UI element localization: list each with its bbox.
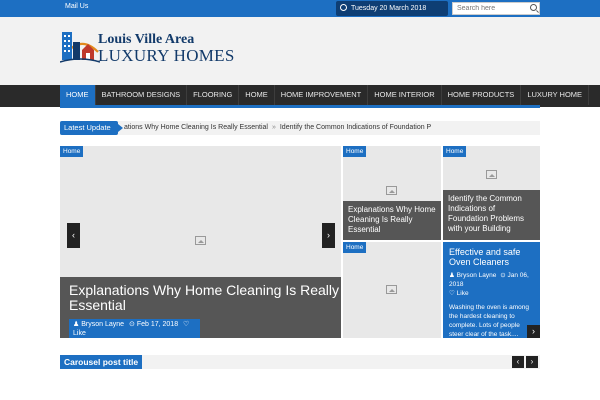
tile-title[interactable]: Explanations Why Home Cleaning Is Really… <box>348 205 436 235</box>
like-label[interactable]: Like <box>73 330 86 337</box>
top-bar: Mail Us Tuesday 20 March 2018 02:24:27 <box>0 0 600 27</box>
post-tile[interactable]: Home <box>343 242 441 338</box>
search-input[interactable] <box>452 2 540 15</box>
nav-item-home[interactable]: HOME <box>60 85 96 105</box>
image-placeholder-icon <box>195 236 206 245</box>
ticker-item[interactable]: Identify the Common Indications of Found… <box>280 124 431 131</box>
post-meta: ♟ Bryson Layne ⊙ Feb 17, 2018 ♡ Like <box>69 319 200 338</box>
site-logo[interactable]: Louis Ville Area LUXURY HOMES <box>60 30 234 72</box>
post-excerpt: Washing the oven is among the hardest cl… <box>449 304 529 338</box>
nav-item-flooring[interactable]: FLOORING <box>187 85 240 105</box>
nav-item-bathroom-designs[interactable]: BATHROOM DESIGNS <box>96 85 188 105</box>
datetime-display: Tuesday 20 March 2018 02:24:27 <box>336 1 448 27</box>
nav-item-home-category[interactable]: HOME <box>239 85 275 105</box>
category-tag[interactable]: Home <box>343 146 367 157</box>
image-placeholder-icon <box>386 285 397 294</box>
tile-caption: Identify the Common Indications of Found… <box>443 190 540 240</box>
post-author[interactable]: Bryson Layne <box>81 321 124 328</box>
author-icon: ♟ <box>449 272 455 279</box>
carousel-title: Carousel post title <box>60 355 143 369</box>
post-tile[interactable]: Home Explanations Why Home Cleaning Is R… <box>343 146 441 240</box>
tile-title[interactable]: Effective and safe Oven Cleaners <box>449 247 534 267</box>
nav-underline <box>60 105 540 108</box>
logo-line2: LUXURY HOMES <box>98 46 235 65</box>
image-placeholder-icon <box>486 170 497 179</box>
featured-post-tile[interactable]: Effective and safe Oven Cleaners ♟ Bryso… <box>443 242 540 338</box>
post-tile[interactable]: Home Identify the Common Indications of … <box>443 146 540 240</box>
carousel-prev-button[interactable]: ‹ <box>512 356 524 368</box>
category-tag[interactable]: Home <box>60 146 84 157</box>
carousel-header: Carousel post title ‹ › <box>60 355 540 369</box>
category-tag[interactable]: Home <box>443 146 467 157</box>
slider-prev-button[interactable]: ‹ <box>67 223 80 248</box>
ticker-label: Latest Update <box>60 121 123 135</box>
post-author[interactable]: Bryson Layne <box>457 272 497 279</box>
clock-icon <box>340 4 347 11</box>
logo-buildings-icon <box>60 32 100 63</box>
heart-icon[interactable]: ♡ <box>183 321 189 328</box>
tile-title[interactable]: Identify the Common Indications of Found… <box>448 194 535 234</box>
search-icon[interactable] <box>530 4 537 11</box>
latest-update-ticker: Latest Update ations Why Home Cleaning I… <box>60 121 540 135</box>
tile-next-button[interactable]: › <box>527 325 540 338</box>
calendar-icon: ⊙ <box>129 321 135 328</box>
category-tag[interactable]: Home <box>343 242 367 253</box>
image-placeholder-icon <box>386 186 397 195</box>
mail-us-link[interactable]: Mail Us <box>65 3 88 10</box>
nav-item-home-products[interactable]: HOME PRODUCTS <box>442 85 522 105</box>
nav-item-home-interior[interactable]: HOME INTERIOR <box>368 85 442 105</box>
main-slide-caption: Explanations Why Home Cleaning Is Really… <box>60 277 341 338</box>
site-header: Louis Ville Area LUXURY HOMES <box>0 17 600 85</box>
main-slide[interactable]: Home ‹ Explanations Why Home Cleaning Is… <box>60 146 341 338</box>
post-date: Feb 17, 2018 <box>136 321 179 328</box>
nav-item-luxury-home[interactable]: LUXURY HOME <box>521 85 590 105</box>
calendar-icon: ⊙ <box>500 272 506 279</box>
slider-next-button[interactable]: › <box>322 223 335 248</box>
main-slide-title[interactable]: Explanations Why Home Cleaning Is Really… <box>69 283 341 313</box>
main-nav: HOME BATHROOM DESIGNS FLOORING HOME HOME… <box>0 85 600 108</box>
author-icon: ♟ <box>73 321 80 328</box>
ticker-items: ations Why Home Cleaning Is Really Essen… <box>124 121 476 135</box>
heart-icon[interactable]: ♡ <box>449 290 455 297</box>
carousel-next-button[interactable]: › <box>526 356 538 368</box>
ticker-separator-icon: » <box>271 124 276 131</box>
like-label[interactable]: Like <box>457 290 469 297</box>
post-meta: ♟ Bryson Layne ⊙ Jan 06, 2018 ♡ Like <box>449 271 534 298</box>
page: Mail Us Tuesday 20 March 2018 02:24:27 L… <box>0 0 600 400</box>
ticker-item[interactable]: ations Why Home Cleaning Is Really Essen… <box>124 124 268 131</box>
tile-caption: Explanations Why Home Cleaning Is Really… <box>343 201 441 240</box>
nav-item-home-improvement[interactable]: HOME IMPROVEMENT <box>275 85 369 105</box>
